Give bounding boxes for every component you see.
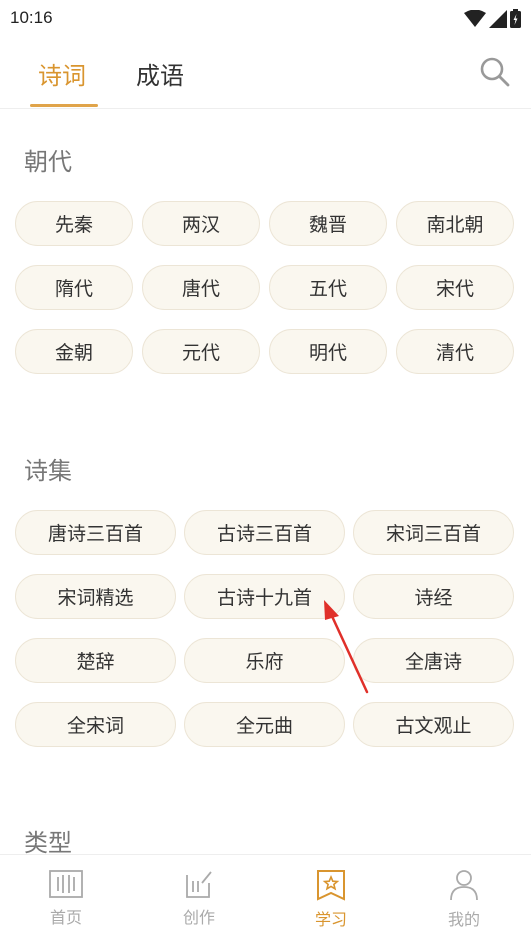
section-title-dynasty: 朝代 <box>24 148 72 176</box>
nav-label-profile: 我的 <box>447 910 480 929</box>
signal-icon <box>489 9 507 28</box>
chip-collection-songci300[interactable]: 宋词三百首 <box>353 510 514 555</box>
top-tab-bar: 诗词 成语 <box>0 36 531 109</box>
chip-collection-songci-selected[interactable]: 宋词精选 <box>15 574 176 619</box>
nav-item-study[interactable]: 学习 <box>291 869 371 930</box>
nav-label-home: 首页 <box>49 908 82 927</box>
wifi-icon <box>464 9 486 27</box>
nav-label-study: 学习 <box>314 910 347 929</box>
chip-collection-quantangshi[interactable]: 全唐诗 <box>353 638 514 683</box>
battery-icon <box>510 9 521 28</box>
chip-dynasty-yuan[interactable]: 元代 <box>142 329 260 374</box>
chip-dynasty-qing[interactable]: 清代 <box>396 329 514 374</box>
chip-collection-gushi300[interactable]: 古诗三百首 <box>184 510 345 555</box>
section-title-collection: 诗集 <box>24 457 72 485</box>
bottom-nav: 首页 创作 学习 我的 <box>0 854 531 944</box>
search-button[interactable] <box>479 56 511 88</box>
section-title-type: 类型 <box>24 829 72 857</box>
chip-collection-chuci[interactable]: 楚辞 <box>15 638 176 683</box>
status-icons <box>464 9 521 28</box>
annotation-arrow-icon <box>324 600 369 694</box>
nav-label-compose: 创作 <box>182 908 215 927</box>
chip-collection-guwenguanzhi[interactable]: 古文观止 <box>353 702 514 747</box>
tab-idiom[interactable]: 成语 <box>136 56 184 91</box>
chip-collection-quanyuanqu[interactable]: 全元曲 <box>184 702 345 747</box>
chip-dynasty-weijin[interactable]: 魏晋 <box>269 201 387 246</box>
chip-collection-tangshi300[interactable]: 唐诗三百首 <box>15 510 176 555</box>
chip-dynasty-sui[interactable]: 隋代 <box>15 265 133 310</box>
chip-dynasty-tang[interactable]: 唐代 <box>142 265 260 310</box>
chip-dynasty-song[interactable]: 宋代 <box>396 265 514 310</box>
chip-dynasty-lianghan[interactable]: 两汉 <box>142 201 260 246</box>
chip-dynasty-wudai[interactable]: 五代 <box>269 265 387 310</box>
compose-icon <box>186 871 212 898</box>
chip-dynasty-jin[interactable]: 金朝 <box>15 329 133 374</box>
chip-collection-shijing[interactable]: 诗经 <box>353 574 514 619</box>
chip-collection-quansongci[interactable]: 全宋词 <box>15 702 176 747</box>
status-time: 10:16 <box>10 8 53 27</box>
search-icon <box>480 57 510 87</box>
chip-collection-gushi19[interactable]: 古诗十九首 <box>184 574 345 619</box>
chip-dynasty-nanbeichao[interactable]: 南北朝 <box>396 201 514 246</box>
profile-icon <box>450 870 478 901</box>
chip-collection-yuefu[interactable]: 乐府 <box>184 638 345 683</box>
nav-item-home[interactable]: 首页 <box>26 869 106 928</box>
active-tab-indicator <box>30 104 98 107</box>
nav-item-profile[interactable]: 我的 <box>424 869 504 930</box>
tab-poetry[interactable]: 诗词 <box>38 56 86 91</box>
nav-item-compose[interactable]: 创作 <box>159 869 239 928</box>
chip-dynasty-ming[interactable]: 明代 <box>269 329 387 374</box>
chip-dynasty-xianqin[interactable]: 先秦 <box>15 201 133 246</box>
status-bar: 10:16 <box>0 0 531 36</box>
study-icon <box>317 870 345 901</box>
home-icon <box>49 870 83 898</box>
